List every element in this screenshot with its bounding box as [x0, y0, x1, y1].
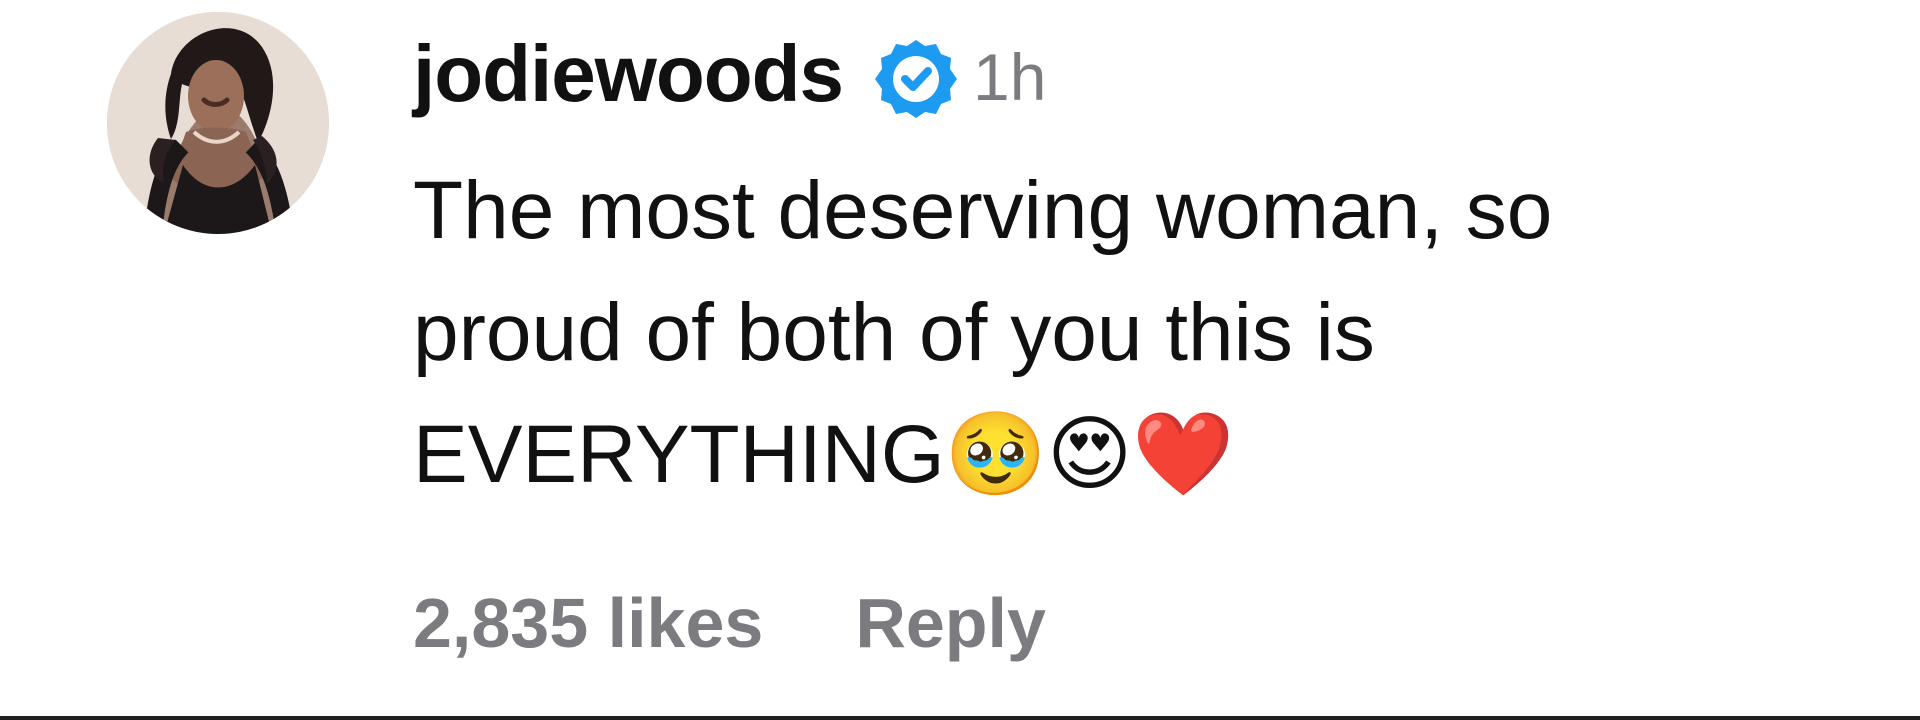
- profile-photo: [107, 12, 329, 234]
- red-heart-emoji: ❤️: [1132, 409, 1235, 500]
- verified-badge-icon: [873, 36, 959, 122]
- comment-line-3: EVERYTHING: [413, 409, 945, 500]
- bottom-divider: [0, 716, 1920, 720]
- heart-eyes-emoji: 😍: [1046, 409, 1133, 500]
- reply-button[interactable]: Reply: [855, 588, 1046, 658]
- comment-header: jodiewoods 1h: [413, 22, 1853, 126]
- avatar[interactable]: [107, 12, 329, 234]
- comment-body: jodiewoods 1h The most deserving woman, …: [413, 22, 1853, 516]
- comment-timestamp: 1h: [973, 40, 1047, 114]
- comment-line-2: proud of both of you this is: [413, 287, 1375, 378]
- comment-text: The most deserving woman, so proud of bo…: [413, 150, 1853, 516]
- comment-line-1: The most deserving woman, so: [413, 165, 1553, 256]
- emoji-group: 🥹😍❤️: [945, 409, 1235, 500]
- username-link[interactable]: jodiewoods: [413, 34, 844, 114]
- comment-footer: 2,835 likes Reply: [413, 588, 1046, 658]
- comment-container: jodiewoods 1h The most deserving woman, …: [0, 0, 1920, 720]
- likes-count[interactable]: 2,835 likes: [413, 588, 763, 658]
- pleading-face-emoji: 🥹: [944, 409, 1047, 500]
